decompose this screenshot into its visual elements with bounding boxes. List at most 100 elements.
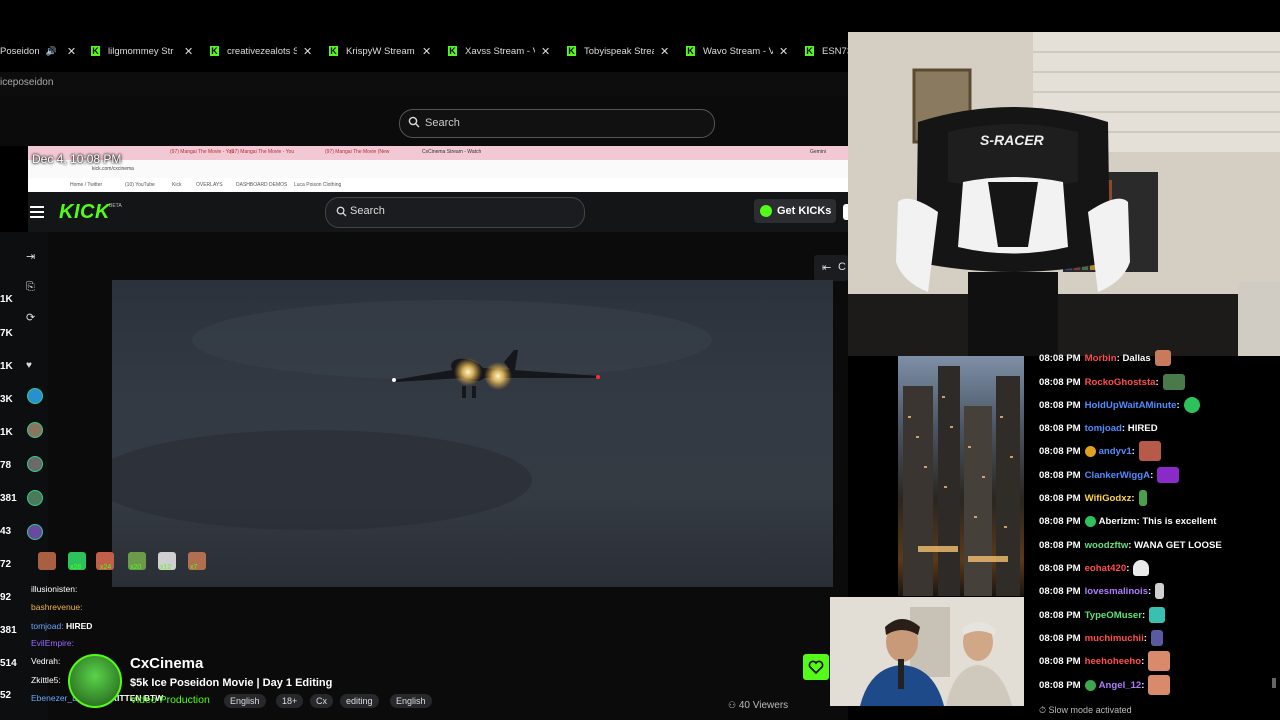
chat-message: 08:08 PM HoldUpWaitAMinute :: [1039, 396, 1200, 414]
rail-link-icon[interactable]: ⟳: [26, 311, 35, 324]
chat-username[interactable]: lovesmalinois: [1085, 586, 1148, 597]
browser-tab[interactable]: K ESN73: [805, 40, 852, 62]
chat-message: 08:08 PM tomjoad : HIRED: [1039, 419, 1158, 437]
emote-icon: [1183, 397, 1200, 413]
slow-mode-label: Slow mode activated: [1048, 705, 1132, 715]
chat-username[interactable]: Morbin: [1085, 353, 1117, 364]
chat-username[interactable]: andyv1: [1099, 446, 1132, 457]
kick-favicon-icon: K: [91, 46, 100, 56]
close-tab-icon[interactable]: ✕: [184, 45, 193, 58]
verified-badge-icon: [1084, 515, 1096, 527]
stream-category[interactable]: Video Production: [130, 694, 210, 706]
chat-time: 08:08 PM: [1039, 399, 1081, 411]
rail-viewer-count: 52: [0, 690, 12, 701]
browser-tab[interactable]: K Tobyispeak Strea ✕: [567, 40, 669, 62]
chat-username[interactable]: ClankerWiggA: [1085, 470, 1150, 481]
chat-time: 08:08 PM: [1039, 376, 1081, 388]
chat-username[interactable]: heehoheeho: [1085, 656, 1142, 667]
bookmark-label: OVERLAYS: [196, 182, 223, 188]
stream-tag[interactable]: editing: [340, 694, 379, 708]
follow-button[interactable]: [803, 654, 829, 680]
rail-viewer-count: 1K: [0, 427, 13, 438]
chat-scrollbar[interactable]: [1272, 678, 1276, 688]
rail-channel-avatar[interactable]: [27, 388, 43, 404]
rail-copy-icon[interactable]: ⎘: [26, 281, 35, 294]
kick-favicon-icon: K: [686, 46, 695, 56]
browser-tab[interactable]: K KrispyW Stream ✕: [329, 40, 431, 62]
rail-viewer-count: 3K: [0, 394, 13, 405]
close-tab-icon[interactable]: ✕: [541, 45, 550, 58]
overlay-chat-line: Zkittle5:: [31, 675, 61, 685]
emote-icon: [1150, 630, 1163, 646]
emote-combo-count: x12: [160, 564, 172, 571]
chat-text: :: [1176, 399, 1180, 411]
close-tab-icon[interactable]: ✕: [67, 45, 76, 58]
kick-favicon-icon: K: [210, 46, 219, 56]
tab-title: Poseidon: [0, 45, 40, 57]
browser-tab-active[interactable]: Poseidon 🔊 ✕: [0, 40, 76, 62]
overlay-chat-line: Vedrah:: [31, 656, 60, 666]
close-tab-icon[interactable]: ✕: [422, 45, 431, 58]
chat-text: : This is excellent: [1136, 515, 1217, 527]
chat-username[interactable]: RockoGhoststa: [1085, 377, 1156, 388]
chat-message: 08:08 PM WifiGodxz :: [1039, 489, 1147, 507]
emote-icon: [1162, 374, 1185, 390]
chat-message: 08:08 PM muchimuchii :: [1039, 629, 1163, 647]
chat-message: 08:08 PM RockoGhoststa :: [1039, 373, 1185, 391]
chat-username[interactable]: Angel_12: [1099, 680, 1142, 691]
close-tab-icon[interactable]: ✕: [779, 45, 788, 58]
chat-username[interactable]: HoldUpWaitAMinute: [1085, 400, 1177, 411]
rail-viewer-count: 1K: [0, 361, 13, 372]
rail-viewer-count: 7K: [0, 328, 13, 339]
chat-username[interactable]: tomjoad: [1085, 423, 1122, 434]
heart-icon: [808, 660, 824, 675]
menu-icon[interactable]: [30, 206, 44, 218]
overlay-chat-user: EvilEmpire:: [31, 638, 74, 648]
browser-tab[interactable]: K Xavss Stream - V ✕: [448, 40, 550, 62]
chat-message: 08:08 PM Aberizm : This is excellent: [1039, 512, 1216, 530]
rail-channel-avatar[interactable]: [27, 524, 43, 540]
stream-tag[interactable]: Cx: [310, 694, 333, 708]
slow-mode-notice: ⏱ Slow mode activated: [1039, 705, 1132, 716]
verified-badge-icon: [1084, 679, 1096, 691]
chat-message: 08:08 PM andyv1 :: [1039, 441, 1161, 461]
guest-webcam: [830, 597, 1024, 706]
browser-tab[interactable]: K Wavo Stream - V ✕: [686, 40, 788, 62]
chat-username[interactable]: woodzftw: [1085, 540, 1129, 551]
chat-username[interactable]: muchimuchii: [1085, 633, 1144, 644]
rail-channel-avatar[interactable]: [27, 422, 43, 438]
kick-logo-beta: BETA: [109, 203, 122, 209]
stream-tag[interactable]: English: [224, 694, 266, 708]
chat-username[interactable]: Aberizm: [1099, 516, 1137, 527]
rail-channel-avatar[interactable]: [27, 456, 43, 472]
kicks-coin-icon: [760, 205, 772, 217]
bookmark-label: Home / Twitter: [70, 182, 103, 188]
chat-username[interactable]: WifiGodxz: [1085, 493, 1132, 504]
rail-viewer-count: 78: [0, 460, 12, 471]
clock-icon: ⏱: [1039, 705, 1047, 715]
rail-channel-avatar[interactable]: [27, 490, 43, 506]
chat-username[interactable]: TypeOMuser: [1085, 610, 1142, 621]
address-bar[interactable]: [0, 72, 848, 97]
video-player[interactable]: [92, 280, 833, 587]
speaker-icon: 🔊: [45, 45, 57, 56]
emote-icon: [1155, 583, 1165, 599]
emote-icon: [1157, 467, 1180, 483]
browser-tab[interactable]: K lilgmommey Str ✕: [91, 40, 193, 62]
chat-username[interactable]: eohat420: [1085, 563, 1127, 574]
channel-avatar[interactable]: [68, 654, 122, 708]
stream-tag[interactable]: English: [390, 694, 432, 708]
kick-logo[interactable]: KICK: [59, 201, 110, 224]
collapse-chat-label: C: [838, 261, 846, 273]
close-tab-icon[interactable]: ✕: [303, 45, 312, 58]
chat-text: :: [1150, 469, 1154, 481]
search-icon: [336, 206, 347, 217]
kick-favicon-icon: K: [448, 46, 457, 56]
browser-tab[interactable]: K creativezealots S ✕: [210, 40, 312, 62]
rail-heart-icon[interactable]: ♥: [26, 360, 32, 371]
close-tab-icon[interactable]: ✕: [660, 45, 669, 58]
rail-arrow-icon[interactable]: ⇥: [26, 250, 35, 263]
channel-name[interactable]: CxCinema: [130, 655, 203, 672]
stream-tag[interactable]: 18+: [276, 694, 304, 708]
chat-text: :: [1141, 655, 1145, 667]
